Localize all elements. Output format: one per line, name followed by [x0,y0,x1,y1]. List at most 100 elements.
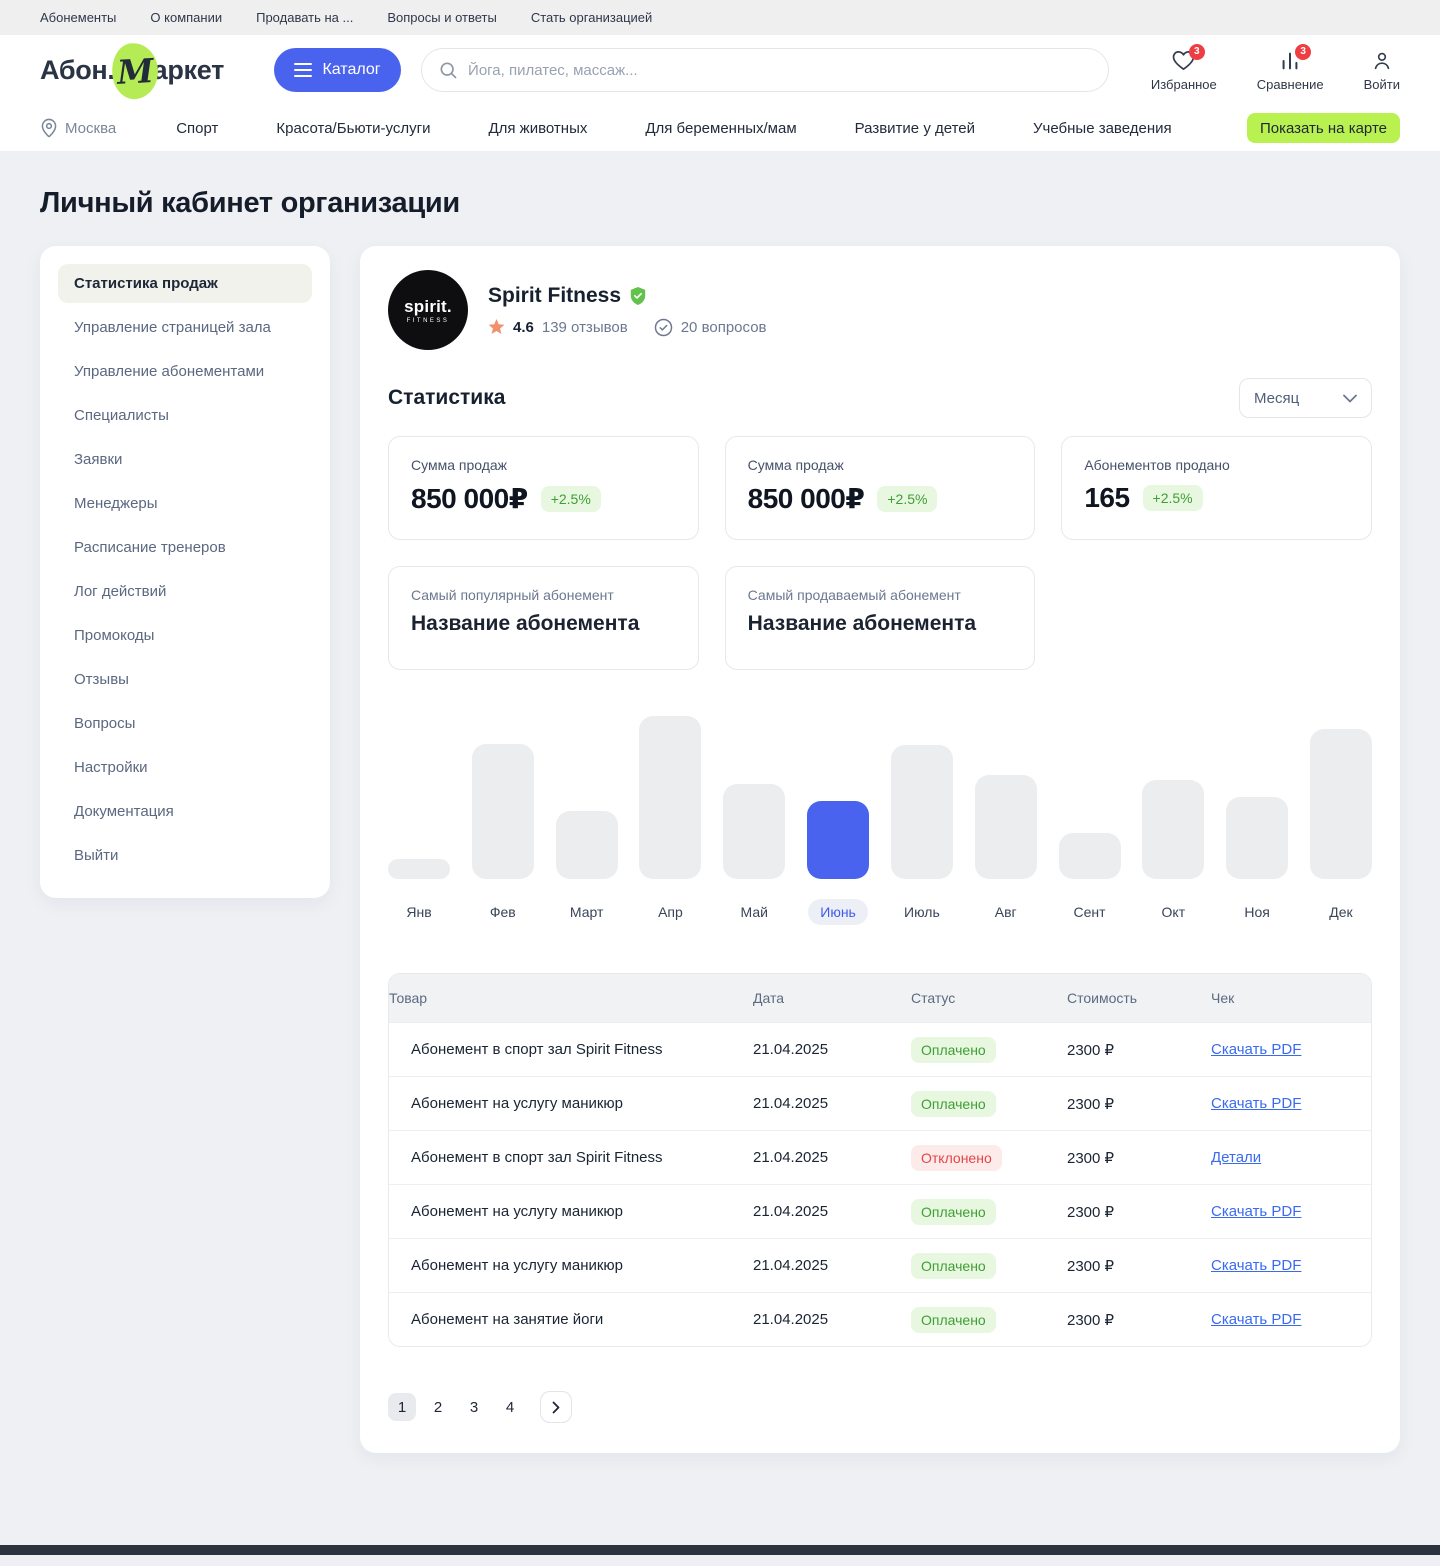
sidebar-item[interactable]: Лог действий [58,572,312,611]
receipt-link[interactable]: Скачать PDF [1211,1041,1301,1058]
topbar-link[interactable]: Вопросы и ответы [387,10,496,25]
pagination-page[interactable]: 4 [496,1393,524,1421]
catalog-button-label: Каталог [322,61,380,79]
category-nav-item[interactable]: Для животных [488,120,587,137]
bar-label: Апр [646,899,695,925]
sidebar-item[interactable]: Менеджеры [58,484,312,523]
category-nav-item[interactable]: Для беременных/мам [645,120,796,137]
cell-product: Абонемент в спорт зал Spirit Fitness [389,1149,753,1166]
category-nav-item[interactable]: Спорт [176,120,218,137]
logo-text-left: Абон. [40,55,115,86]
table-row: Абонемент на услугу маникюр 21.04.2025 О… [389,1076,1371,1130]
receipt-link[interactable]: Детали [1211,1149,1261,1166]
stat-card: Сумма продаж 850 000₽ +2.5% [725,436,1036,540]
chart-bar-Окт[interactable]: Окт [1142,716,1204,925]
bar-shape [891,745,953,879]
header-action[interactable]: 3 Сравнение [1257,49,1324,92]
sidebar-item[interactable]: Управление страницей зала [58,308,312,347]
chart-bar-Июль[interactable]: Июль [891,716,953,925]
statistics-heading: Статистика [388,386,505,410]
sidebar-item[interactable]: Заявки [58,440,312,479]
delta-badge: +2.5% [541,486,601,512]
stat-card-value: 850 000₽ [411,482,528,515]
city-selector[interactable]: Москва [40,118,116,138]
header-action[interactable]: 3 Избранное [1151,49,1217,92]
bar-label: Авг [983,899,1029,925]
bar-label: Июль [892,899,952,925]
bar-label: Ноя [1232,899,1281,925]
cell-date: 21.04.2025 [753,1149,911,1166]
category-nav-item[interactable]: Учебные заведения [1033,120,1172,137]
status-badge: Оплачено [911,1199,996,1225]
questions-count[interactable]: 20 вопросов [681,319,767,336]
bar-shape [1310,729,1372,879]
catalog-button[interactable]: Каталог [274,48,401,92]
receipt-link[interactable]: Скачать PDF [1211,1095,1301,1112]
table-body: Абонемент в спорт зал Spirit Fitness 21.… [389,1022,1371,1346]
bar-label: Окт [1150,899,1198,925]
pagination-page[interactable]: 1 [388,1393,416,1421]
chart-bar-Янв[interactable]: Янв [388,716,450,925]
sidebar-item[interactable]: Настройки [58,748,312,787]
chart-bar-Авг[interactable]: Авг [975,716,1037,925]
cell-price: 2300 ₽ [1067,1149,1211,1167]
header-action[interactable]: Войти [1364,49,1400,92]
receipt-link[interactable]: Скачать PDF [1211,1203,1301,1220]
reviews-count[interactable]: 139 отзывов [542,319,628,336]
cell-price: 2300 ₽ [1067,1095,1211,1113]
verified-badge-icon [629,286,647,306]
logo[interactable]: Абон.Маркет [40,51,224,89]
chart-bar-Фев[interactable]: Фев [472,716,534,925]
topbar-link[interactable]: Продавать на ... [256,10,353,25]
category-nav: Москва Спорт Красота/Бьюти-услуги Для живо… [0,105,1440,151]
topbar-link[interactable]: Абонементы [40,10,116,25]
chart-bar-Март[interactable]: Март [556,716,618,925]
bar-shape [723,784,785,879]
sidebar-item[interactable]: Выйти [58,836,312,875]
pagination-page[interactable]: 3 [460,1393,488,1421]
cell-date: 21.04.2025 [753,1257,911,1274]
search-input[interactable] [468,62,1092,79]
chart-bar-Дек[interactable]: Дек [1310,716,1372,925]
sidebar-item[interactable]: Специалисты [58,396,312,435]
topbar-link[interactable]: О компании [150,10,222,25]
header-actions: 3 Избранное 3 Сравнение Войти [1151,49,1400,92]
show-on-map-button[interactable]: Показать на карте [1247,113,1400,143]
period-select-value: Месяц [1254,390,1299,407]
bar-label: Фев [478,899,528,925]
bar-shape [1059,833,1121,879]
topbar-link[interactable]: Стать организацией [531,10,652,25]
sidebar-item[interactable]: Статистика продаж [58,264,312,303]
cell-date: 21.04.2025 [753,1041,911,1058]
sidebar-item[interactable]: Документация [58,792,312,831]
sidebar-item[interactable]: Промокоды [58,616,312,655]
rating-value: 4.6 [513,319,534,336]
pagination-next-button[interactable] [540,1391,572,1423]
category-nav-item[interactable]: Развитие у детей [855,120,975,137]
table-header-cell: Статус [911,990,1067,1006]
chart-bar-Июнь[interactable]: Июнь [807,716,869,925]
sidebar-item[interactable]: Управление абонементами [58,352,312,391]
table-header-cell: Товар [389,990,753,1006]
sidebar-item[interactable]: Отзывы [58,660,312,699]
chart-bar-Сент[interactable]: Сент [1059,716,1121,925]
header-action-label: Сравнение [1257,77,1324,92]
receipt-link[interactable]: Скачать PDF [1211,1311,1301,1328]
receipt-link[interactable]: Скачать PDF [1211,1257,1301,1274]
period-select[interactable]: Месяц [1239,378,1372,418]
sidebar-item[interactable]: Расписание тренеров [58,528,312,567]
bar-label: Май [729,899,780,925]
chevron-right-icon [552,1401,560,1414]
sidebar-item[interactable]: Вопросы [58,704,312,743]
header-action-label: Войти [1364,77,1400,92]
utility-bar: Абонементы О компании Продавать на ... Вопр… [0,0,1440,35]
chart-bar-Ноя[interactable]: Ноя [1226,716,1288,925]
user-icon [1371,50,1393,72]
chart-bar-Май[interactable]: Май [723,716,785,925]
stat-card-label: Абонементов продано [1084,457,1349,473]
pagination-page[interactable]: 2 [424,1393,452,1421]
category-nav-item[interactable]: Красота/Бьюти-услуги [276,120,430,137]
city-label: Москва [65,120,116,137]
table-header-cell: Стоимость [1067,990,1211,1006]
chart-bar-Апр[interactable]: Апр [639,716,701,925]
